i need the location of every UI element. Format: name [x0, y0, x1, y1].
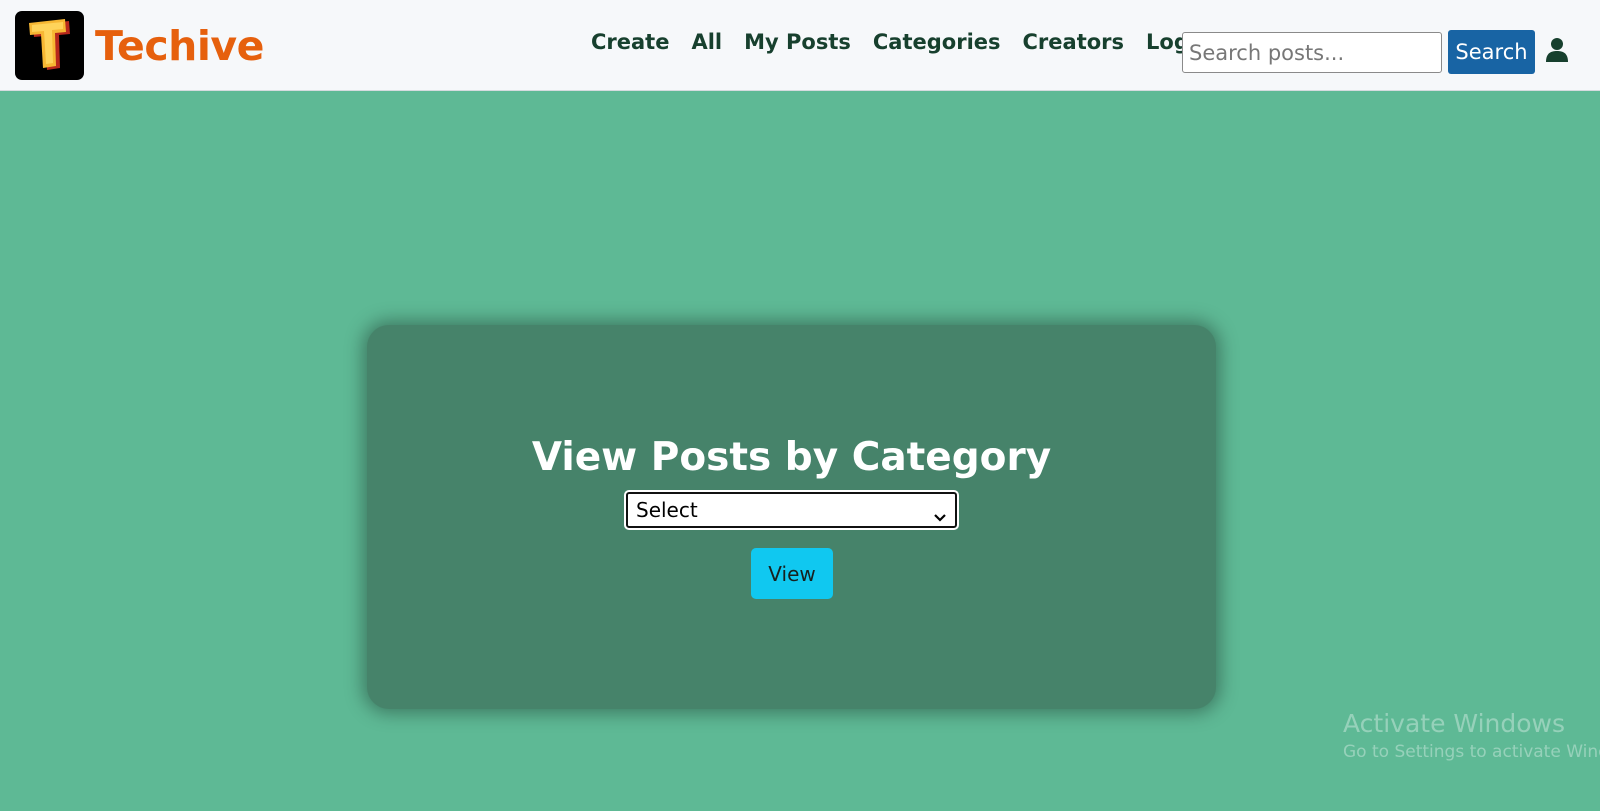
- page-title: View Posts by Category: [531, 435, 1052, 480]
- brand-name: Techive: [95, 21, 264, 70]
- chevron-down-icon: [933, 504, 947, 528]
- nav-links: Create All My Posts Categories Creators …: [591, 30, 1250, 54]
- nav-link-categories[interactable]: Categories: [873, 30, 1001, 54]
- brand-link[interactable]: Techive: [15, 11, 264, 80]
- nav-link-my-posts[interactable]: My Posts: [744, 30, 851, 54]
- top-navbar: Techive Create All My Posts Categories C…: [0, 0, 1600, 91]
- category-select-value: Select: [636, 498, 698, 522]
- nav-link-create[interactable]: Create: [591, 30, 669, 54]
- search-input[interactable]: [1182, 32, 1442, 73]
- windows-activation-watermark: Activate Windows Go to Settings to activ…: [1343, 709, 1600, 762]
- search-button[interactable]: Search: [1448, 30, 1535, 74]
- watermark-subtitle: Go to Settings to activate Windows.: [1343, 742, 1600, 762]
- user-icon[interactable]: [1545, 37, 1569, 63]
- nav-link-all[interactable]: All: [691, 30, 722, 54]
- watermark-title: Activate Windows: [1343, 709, 1565, 738]
- techive-logo-icon: [15, 11, 84, 80]
- view-button[interactable]: View: [751, 548, 833, 599]
- category-card: View Posts by Category Select View: [367, 325, 1216, 709]
- nav-link-creators[interactable]: Creators: [1023, 30, 1125, 54]
- category-select[interactable]: Select: [624, 490, 959, 530]
